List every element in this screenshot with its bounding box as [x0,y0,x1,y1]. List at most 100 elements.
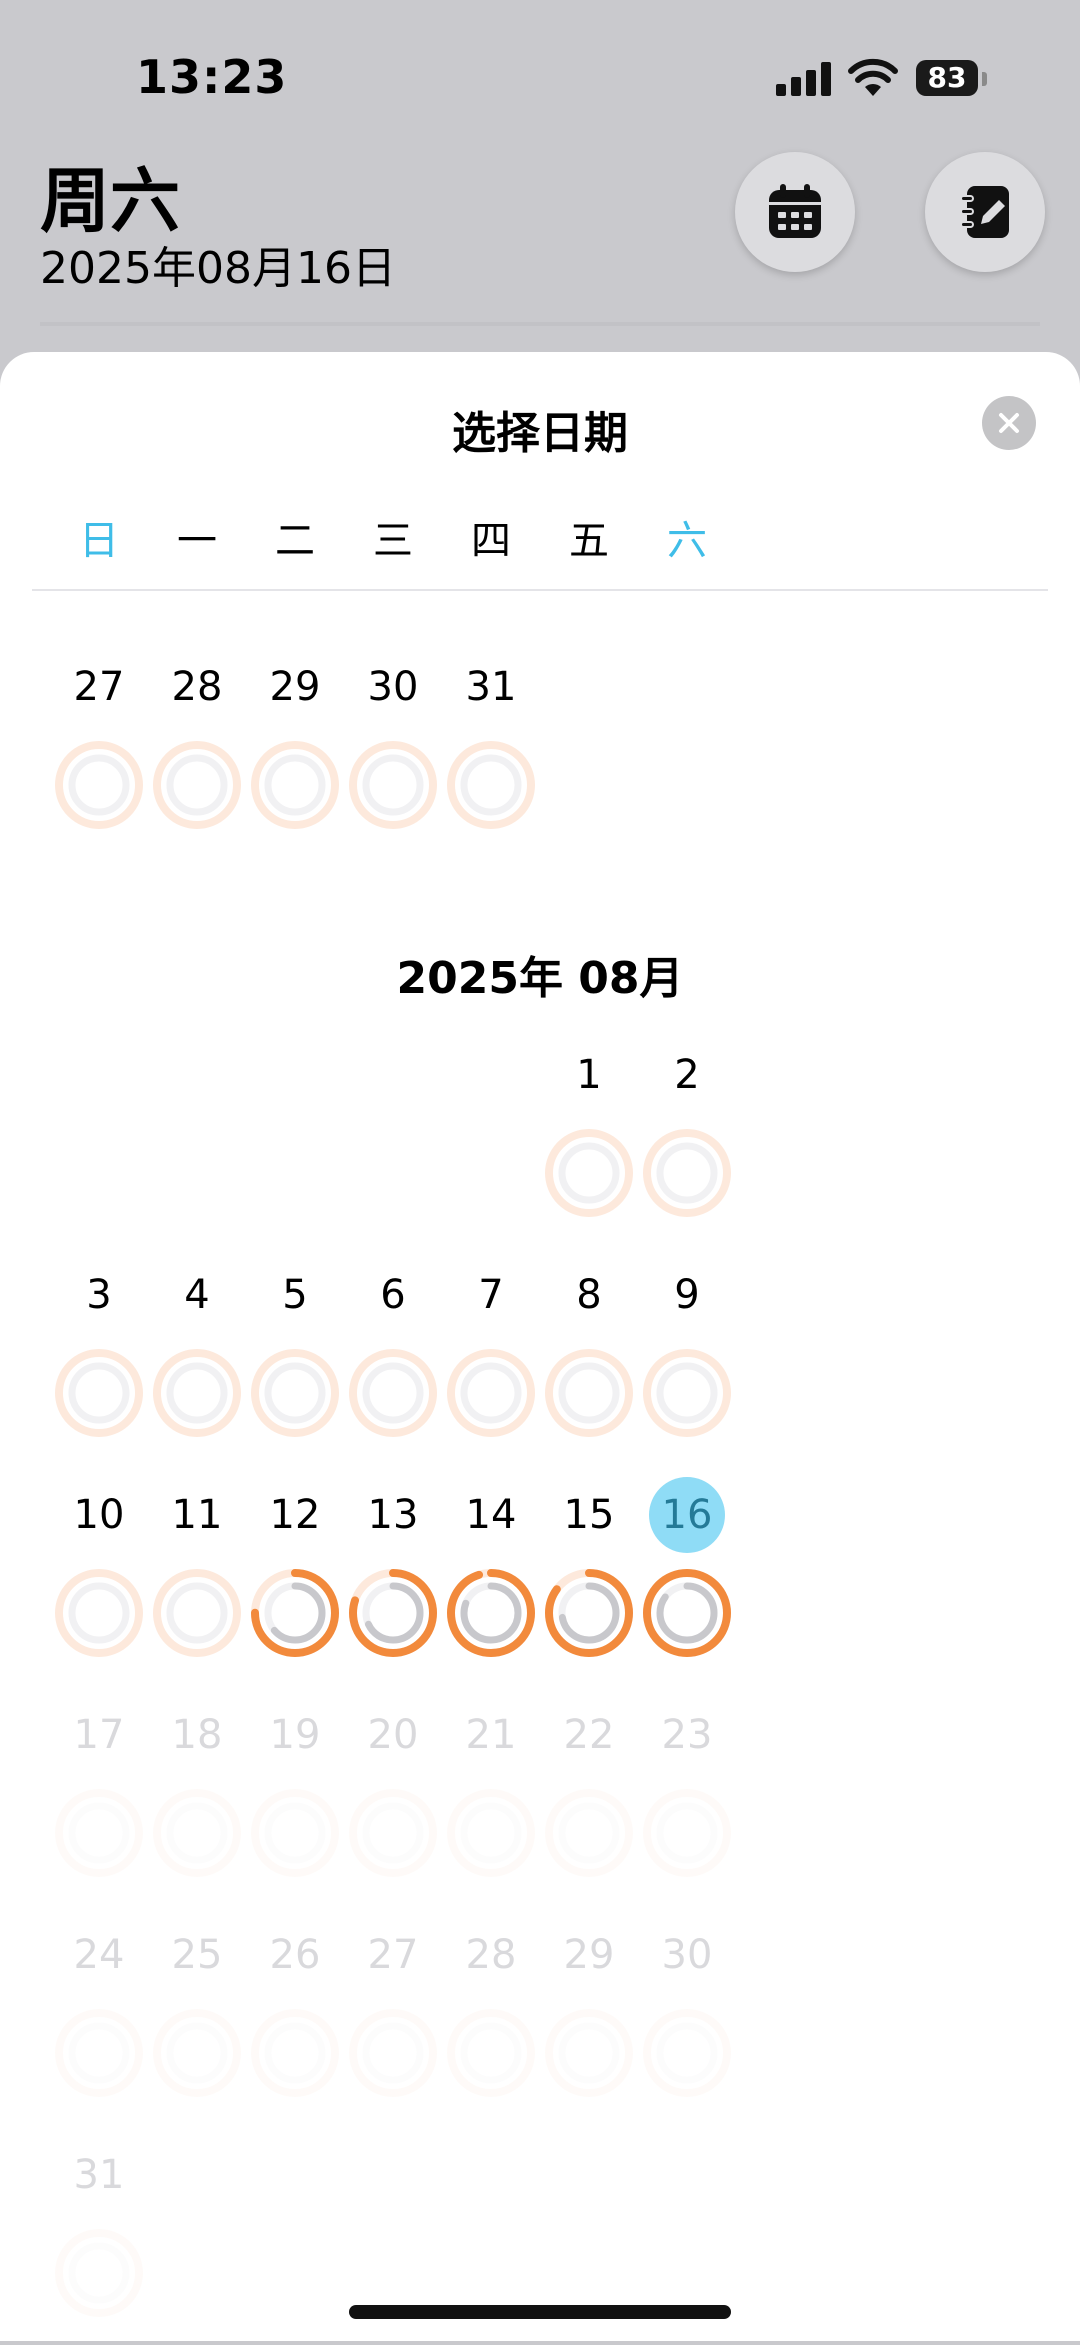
progress-ring-icon [153,1789,241,1877]
calendar-button[interactable] [735,152,855,272]
day-number: 16 [649,1477,725,1553]
progress-ring-icon [643,1569,731,1657]
cellular-signal-icon [776,62,831,96]
calendar-day-11[interactable]: 11 [147,1485,247,1685]
day-number: 21 [465,1712,517,1758]
progress-ring-icon [251,1789,339,1877]
calendar-day-4[interactable]: 4 [147,1265,247,1465]
day-number: 6 [380,1272,406,1318]
calendar-day-19: 19 [245,1705,345,1905]
header-weekday: 周六 [40,160,180,242]
calendar-day-2[interactable]: 2 [637,1045,737,1245]
day-number: 15 [563,1492,615,1538]
calendar-day-14[interactable]: 14 [441,1485,541,1685]
close-button[interactable] [982,396,1036,450]
day-number: 17 [73,1712,125,1758]
day-number: 18 [171,1712,223,1758]
calendar-day-27: 27 [343,1925,443,2125]
calendar-day-29: 29 [539,1925,639,2125]
close-icon [999,413,1019,433]
day-number: 2 [674,1052,700,1098]
calendar-day-30[interactable]: 30 [343,657,443,857]
progress-ring-icon [545,2009,633,2097]
day-number: 28 [171,664,223,710]
day-number: 19 [269,1712,321,1758]
header-divider [40,322,1040,326]
calendar-day-15[interactable]: 15 [539,1485,639,1685]
progress-ring-icon [447,741,535,829]
calendar-day-9[interactable]: 9 [637,1265,737,1465]
weekday-4: 四 [471,518,511,564]
sheet-title: 选择日期 [452,408,628,459]
weekday-5: 五 [569,518,609,564]
progress-ring-icon [545,1789,633,1877]
calendar-day-28: 28 [441,1925,541,2125]
day-number: 29 [563,1932,615,1978]
progress-ring-icon [447,2009,535,2097]
day-number: 26 [269,1932,321,1978]
calendar-day-5[interactable]: 5 [245,1265,345,1465]
calendar-day-22: 22 [539,1705,639,1905]
progress-ring-icon [447,1569,535,1657]
day-number: 24 [73,1932,125,1978]
calendar-day-21: 21 [441,1705,541,1905]
progress-ring-icon [545,1349,633,1437]
day-number: 14 [465,1492,517,1538]
progress-ring-icon [55,1789,143,1877]
weekday-2: 二 [275,518,315,564]
progress-ring-icon [349,1789,437,1877]
progress-ring-icon [153,741,241,829]
calendar-day-12[interactable]: 12 [245,1485,345,1685]
header-date: 2025年08月16日 [40,243,396,294]
calendar-day-29[interactable]: 29 [245,657,345,857]
day-number: 1 [576,1052,602,1098]
day-number: 30 [367,664,419,710]
day-number: 9 [674,1272,700,1318]
progress-ring-icon [349,1569,437,1657]
day-number: 12 [269,1492,321,1538]
calendar-day-3[interactable]: 3 [49,1265,149,1465]
progress-ring-icon [447,1789,535,1877]
day-number: 8 [576,1272,602,1318]
day-number: 31 [73,2152,125,2198]
calendar-day-7[interactable]: 7 [441,1265,541,1465]
calendar-day-31[interactable]: 31 [441,657,541,857]
progress-ring-icon [251,741,339,829]
calendar-day-25: 25 [147,1925,247,2125]
notebook-edit-button[interactable] [925,152,1045,272]
home-indicator[interactable] [349,2305,731,2319]
day-number: 25 [171,1932,223,1978]
weekday-3: 三 [373,518,413,564]
calendar-day-18: 18 [147,1705,247,1905]
calendar-icon [769,184,821,238]
day-number: 11 [171,1492,223,1538]
calendar-day-8[interactable]: 8 [539,1265,639,1465]
calendar-day-13[interactable]: 13 [343,1485,443,1685]
day-number: 27 [73,664,125,710]
calendar-day-28[interactable]: 28 [147,657,247,857]
date-picker-sheet: 选择日期 日一二三四五六 2025年 08月 27 28 29 30 31 1 2 3 4 5 6 7… [0,352,1080,2341]
progress-ring-icon [349,2009,437,2097]
progress-ring-icon [349,1349,437,1437]
progress-ring-icon [447,1349,535,1437]
progress-ring-icon [153,1349,241,1437]
progress-ring-icon [545,1569,633,1657]
calendar-day-6[interactable]: 6 [343,1265,443,1465]
calendar-day-1[interactable]: 1 [539,1045,639,1245]
calendar-day-10[interactable]: 10 [49,1485,149,1685]
day-number: 13 [367,1492,419,1538]
calendar-day-20: 20 [343,1705,443,1905]
progress-ring-icon [643,1349,731,1437]
calendar-day-31: 31 [49,2145,149,2345]
calendar-day-17: 17 [49,1705,149,1905]
weekday-6: 六 [667,518,707,564]
calendar-day-27[interactable]: 27 [49,657,149,857]
progress-ring-icon [643,1129,731,1217]
weekday-divider [32,589,1048,591]
calendar-day-24: 24 [49,1925,149,2125]
progress-ring-icon [251,1349,339,1437]
day-number: 7 [478,1272,504,1318]
day-number: 23 [661,1712,713,1758]
calendar-day-16[interactable]: 16 [637,1477,737,1685]
battery-tip [982,72,987,86]
